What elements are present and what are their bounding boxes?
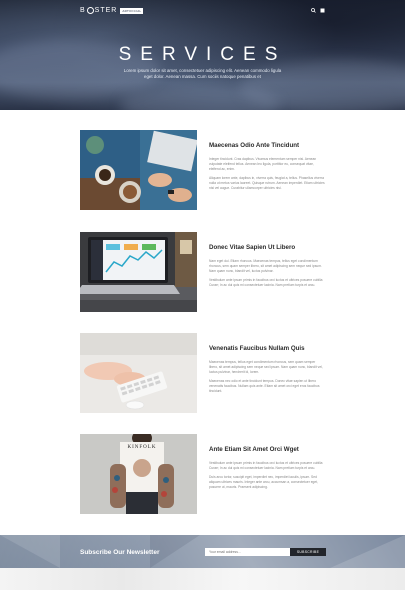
service-item: KINFOLK Ante Etiam Sit Amet Orci Wget Ve… [80,434,325,514]
service-description: Maecenas nec odio et ante tincidunt temp… [209,379,320,393]
magazine-cover-text: KINFOLK [127,445,157,450]
service-item: Donec Vitae Sapien Ut Libero Nam eget du… [80,232,325,312]
search-icon[interactable] [311,8,316,15]
newsletter-label: Subscribe Our Newsletter [80,549,160,556]
service-description: Integer tincidunt. Cras dapibus. Vivamus… [209,157,317,171]
service-title: Ante Etiam Sit Amet Orci Wget [209,446,299,453]
page-title: SERVICES [118,44,287,65]
logo-ring-icon [86,7,94,14]
keyboard-hands-photo [80,333,197,413]
hero-banner: B STER ARTIFICIAL SERVICES Lorem ipsum d… [0,0,405,110]
service-description: Duis arcu tortor, suscipit eget, imperdi… [209,475,319,489]
newsletter-section: Subscribe Our Newsletter SUBSCRIBE [0,535,405,568]
subscribe-button[interactable]: SUBSCRIBE [290,548,326,556]
service-title: Donec Vitae Sapien Ut Libero [209,244,296,251]
service-item: Venenatis Faucibus Nullam Quis Maecenas … [80,333,325,413]
logo-text: STER [94,7,118,14]
logo-letter: B [80,7,86,14]
kinfolk-magazine-photo: KINFOLK [80,434,197,514]
hero-subtitle: Lorem ipsum dolor sit amet, consectetuer… [123,68,282,79]
service-title: Maecenas Odio Ante Tincidunt [209,142,300,149]
service-item: Maecenas Odio Ante Tincidunt Integer tin… [80,130,325,210]
service-title: Venenatis Faucibus Nullam Quis [209,345,305,352]
coffee-desk-photo [80,130,197,210]
newsletter-email-input[interactable] [205,548,290,556]
laptop-analytics-photo [80,232,197,312]
service-description: Aliquam lorem ante, dapibus in, viverra … [209,176,325,190]
header-icons [311,8,325,15]
logo-badge: ARTIFICIAL [120,7,144,14]
footer-strip [0,568,405,590]
site-logo[interactable]: B STER ARTIFICIAL [80,7,144,14]
menu-icon[interactable] [320,8,325,15]
service-description: Vestibulum ante ipsum primis in faucibus… [209,461,323,470]
service-description: Nam eget dui. Etiam rhoncus. Maecenas te… [209,259,322,273]
service-description: Vestibulum ante ipsum primis in faucibus… [209,278,323,287]
service-description: Maecenas tempus, tellus eget condimentum… [209,360,323,374]
